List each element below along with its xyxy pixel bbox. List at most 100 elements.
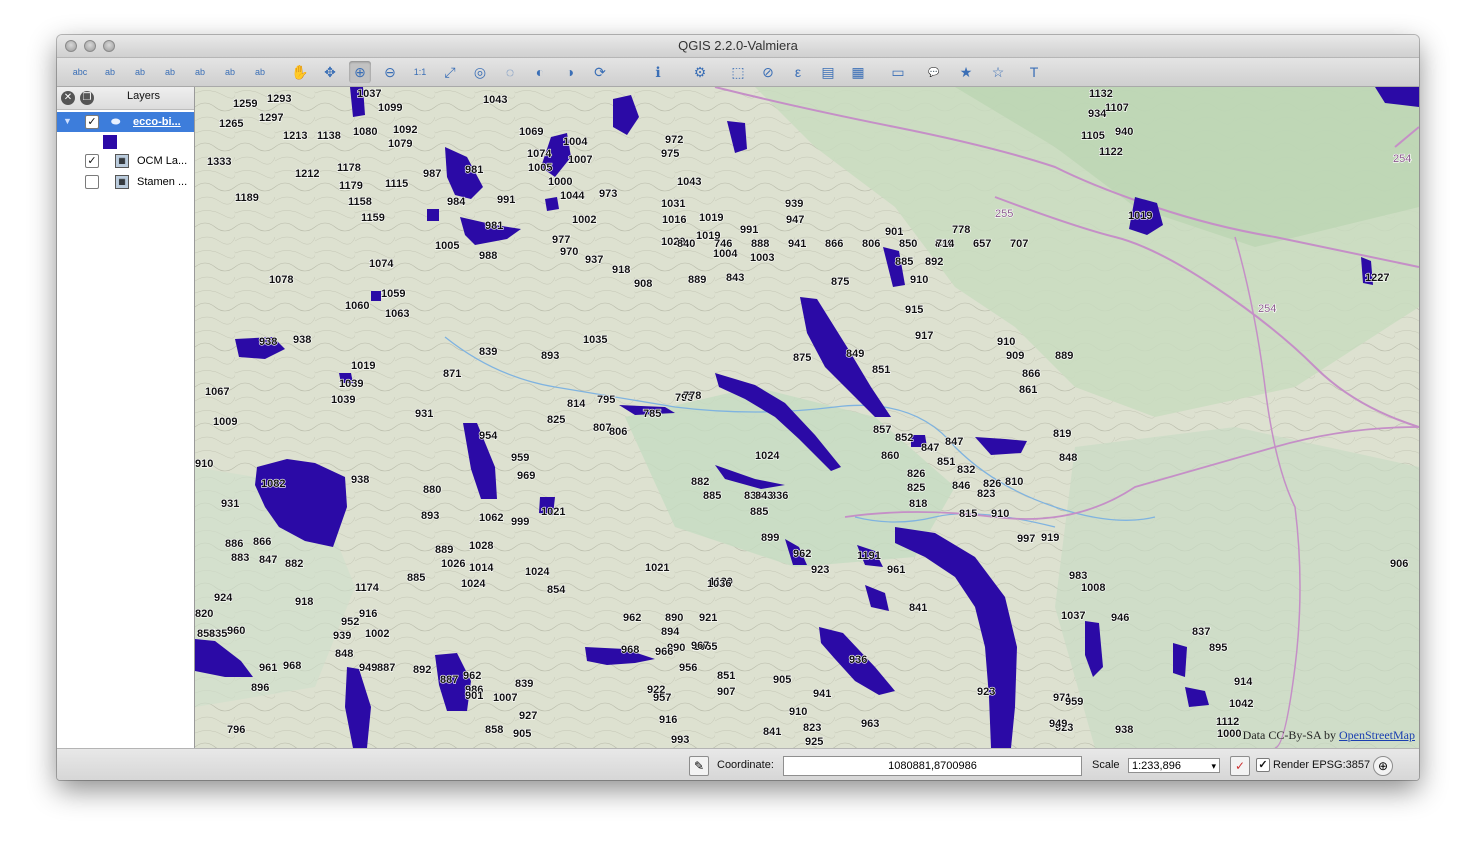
elevation-label: 883 bbox=[231, 552, 249, 564]
label-highlight-icon[interactable]: ab bbox=[129, 61, 151, 83]
elevation-label: 970 bbox=[560, 246, 578, 258]
layer-visibility-checkbox[interactable]: ✓ bbox=[85, 154, 99, 168]
zoom-out-icon[interactable]: ⊖ bbox=[379, 61, 401, 83]
elevation-label: 839 bbox=[515, 678, 533, 690]
elevation-label: 885 bbox=[703, 490, 721, 502]
zoom-window-icon[interactable] bbox=[103, 40, 115, 52]
elevation-label: 961 bbox=[259, 662, 277, 674]
elevation-label: 1043 bbox=[483, 94, 507, 106]
zoom-last-icon[interactable]: ◐ bbox=[529, 61, 551, 83]
zoom-layer-icon[interactable]: ◌ bbox=[499, 61, 521, 83]
close-panel-icon[interactable]: ✕ bbox=[61, 91, 75, 105]
road-number: 255 bbox=[995, 208, 1013, 220]
field-calculator-icon[interactable]: ▦ bbox=[847, 61, 869, 83]
layer-item-ocm[interactable]: ✓ ▦ OCM La... bbox=[57, 151, 194, 171]
label-tool-icon[interactable]: abc bbox=[69, 61, 91, 83]
elevation-label: 847 bbox=[259, 554, 277, 566]
measure-icon[interactable]: ▭ bbox=[887, 61, 909, 83]
elevation-label: 967 bbox=[691, 640, 709, 652]
layer-visibility-checkbox[interactable] bbox=[85, 175, 99, 189]
elevation-label: 843 bbox=[726, 272, 744, 284]
lake bbox=[371, 291, 381, 301]
expression-select-icon[interactable]: ε bbox=[787, 61, 809, 83]
elevation-label: 959 bbox=[511, 452, 529, 464]
close-window-icon[interactable] bbox=[65, 40, 77, 52]
toggle-extents-icon[interactable]: ✎ bbox=[689, 756, 709, 776]
elevation-label: 1082 bbox=[261, 478, 285, 490]
layer-visibility-checkbox[interactable]: ✓ bbox=[85, 115, 99, 129]
zoom-native-icon[interactable]: 1:1 bbox=[409, 61, 431, 83]
projection-globe-icon[interactable]: ⊕ bbox=[1373, 756, 1393, 776]
map-canvas[interactable]: 255 254 254 1259 1293 1037 1099 1043 1265 1297… bbox=[195, 87, 1419, 748]
elevation-label: 1026 bbox=[441, 558, 465, 570]
elevation-label: 861 bbox=[1019, 384, 1037, 396]
zoom-full-icon[interactable]: ⤢ bbox=[439, 61, 461, 83]
crs-label[interactable]: EPSG:3857 bbox=[1312, 759, 1370, 771]
label-pin-icon[interactable]: ab bbox=[99, 61, 121, 83]
elevation-label: 889 bbox=[435, 544, 453, 556]
elevation-label: 947 bbox=[786, 214, 804, 226]
elevation-label: 1063 bbox=[385, 308, 409, 320]
elevation-label: 885 bbox=[750, 506, 768, 518]
deselect-icon[interactable]: ⊘ bbox=[757, 61, 779, 83]
elevation-label: 901 bbox=[885, 226, 903, 238]
show-bookmarks-icon[interactable]: ☆ bbox=[987, 61, 1009, 83]
identify-icon[interactable]: ℹ bbox=[647, 61, 669, 83]
pan-icon[interactable]: ✋ bbox=[289, 61, 311, 83]
collapse-arrow-icon[interactable]: ▼ bbox=[63, 116, 72, 126]
elevation-label: 785 bbox=[643, 408, 661, 420]
zoom-in-icon[interactable]: ⊕ bbox=[349, 61, 371, 83]
zoom-selection-icon[interactable]: ◎ bbox=[469, 61, 491, 83]
attribute-table-icon[interactable]: ▤ bbox=[817, 61, 839, 83]
elevation-label: 893 bbox=[541, 350, 559, 362]
chevron-down-icon[interactable]: ▾ bbox=[1211, 759, 1216, 774]
osm-link[interactable]: OpenStreetMap bbox=[1339, 728, 1415, 742]
elevation-label: 1024 bbox=[755, 450, 780, 462]
elevation-label: 1297 bbox=[259, 112, 283, 124]
elevation-label: 826 bbox=[907, 468, 925, 480]
label-change-icon[interactable]: ab bbox=[219, 61, 241, 83]
elevation-label: 938 bbox=[1115, 724, 1133, 736]
layers-panel-header: ✕ ❐ Layers bbox=[57, 87, 194, 110]
elevation-label: 835 bbox=[209, 628, 227, 640]
elevation-label: 959 bbox=[1065, 696, 1083, 708]
label-show-icon[interactable]: ab bbox=[249, 61, 271, 83]
coordinate-field[interactable]: 1080881,8700986 bbox=[783, 756, 1082, 776]
elevation-label: 927 bbox=[519, 710, 537, 722]
elevation-label: 866 bbox=[825, 238, 843, 250]
select-icon[interactable]: ⬚ bbox=[727, 61, 749, 83]
elevation-label: 1000 bbox=[1217, 728, 1241, 740]
elevation-label: 851 bbox=[937, 456, 955, 468]
elevation-label: 1039 bbox=[339, 378, 363, 390]
pan-selection-icon[interactable]: ✥ bbox=[319, 61, 341, 83]
elevation-label: 1067 bbox=[205, 386, 229, 398]
refresh-icon[interactable]: ⟳ bbox=[589, 61, 611, 83]
elevation-label: 1016 bbox=[662, 214, 686, 226]
text-annotation-icon[interactable]: T bbox=[1023, 61, 1045, 83]
elevation-label: 1043 bbox=[677, 176, 701, 188]
float-panel-icon[interactable]: ❐ bbox=[80, 91, 94, 105]
elevation-label: 890 bbox=[665, 612, 683, 624]
new-bookmark-icon[interactable]: ★ bbox=[955, 61, 977, 83]
elevation-label: 910 bbox=[910, 274, 928, 286]
map-tips-icon[interactable]: 💬 bbox=[923, 61, 945, 83]
layer-item-stamen[interactable]: ▦ Stamen ... bbox=[57, 172, 194, 192]
render-checkbox[interactable]: ✓ bbox=[1256, 758, 1270, 772]
layer-item-ecco[interactable]: ▼ ✓ ⬬ ecco-bi... bbox=[57, 112, 194, 132]
elevation-label: 972 bbox=[665, 134, 683, 146]
elevation-label: 1005 bbox=[528, 162, 552, 174]
scale-combobox[interactable]: 1:233,896 ▾ bbox=[1128, 758, 1220, 773]
raster-layer-icon: ▦ bbox=[115, 154, 129, 168]
elevation-label: 957 bbox=[653, 692, 671, 704]
label-move-icon[interactable]: ab bbox=[159, 61, 181, 83]
minimize-window-icon[interactable] bbox=[84, 40, 96, 52]
label-rotate-icon[interactable]: ab bbox=[189, 61, 211, 83]
action-icon[interactable]: ⚙ bbox=[689, 61, 711, 83]
layers-panel: ✕ ❐ Layers ▼ ✓ ⬬ ecco-bi... ✓ ▦ OCM La..… bbox=[57, 87, 195, 748]
elevation-label: 814 bbox=[567, 398, 586, 410]
stop-render-icon[interactable]: ✓ bbox=[1230, 756, 1250, 776]
elevation-label: 1037 bbox=[357, 88, 381, 100]
zoom-next-icon[interactable]: ◑ bbox=[559, 61, 581, 83]
elevation-label: 1074 bbox=[527, 148, 552, 160]
elevation-label: 707 bbox=[1010, 238, 1028, 250]
